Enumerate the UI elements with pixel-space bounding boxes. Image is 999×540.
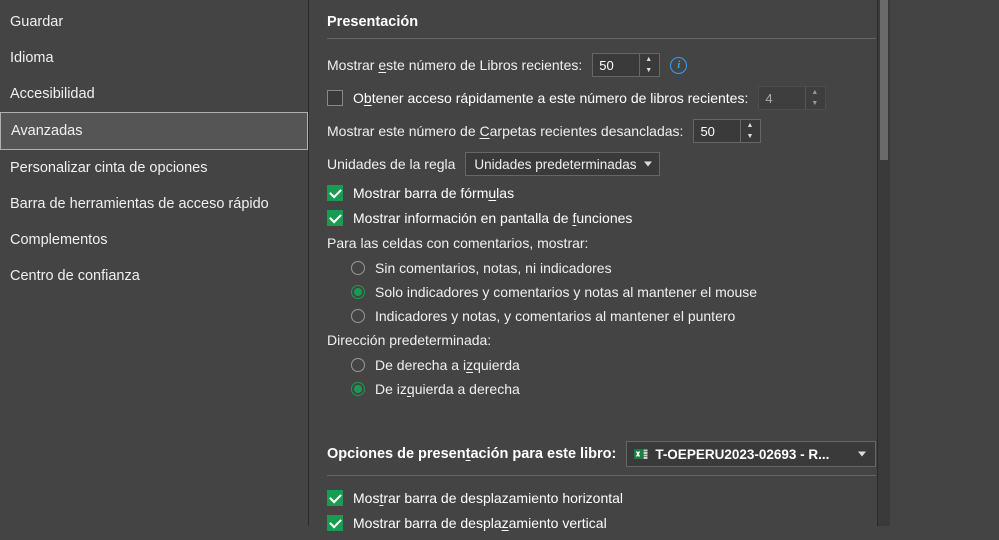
show-formula-bar-label: Mostrar barra de fórmulas	[353, 185, 514, 201]
ruler-units-label: Unidades de la regla	[327, 156, 455, 172]
checkbox-box-icon	[327, 185, 343, 201]
vertical-scrollbar[interactable]	[877, 0, 890, 526]
radio-label: De izquierda a derecha	[375, 381, 520, 397]
hscroll-label: Mostrar barra de desplazamiento horizont…	[353, 490, 623, 506]
main-panel: Presentación Mostrar este número de Libr…	[309, 0, 890, 540]
checkbox-box-icon	[327, 490, 343, 506]
direction-radio-ltr[interactable]: De izquierda a derecha	[327, 381, 876, 397]
checkbox-box-icon	[327, 210, 343, 226]
quick-access-input	[759, 87, 805, 109]
info-icon[interactable]: i	[670, 57, 687, 74]
section-title-workbook: Opciones de presentación para este libro…	[327, 427, 876, 476]
workbook-select-value: T-OEPERU2023-02693 - R...	[655, 447, 829, 462]
sidebar-item-barra-acceso-rapido[interactable]: Barra de herramientas de acceso rápido	[0, 186, 308, 222]
show-func-tooltips-label: Mostrar información en pantalla de funci…	[353, 210, 632, 226]
radio-circle-icon	[351, 382, 365, 396]
radio-label: Sin comentarios, notas, ni indicadores	[375, 260, 612, 276]
checkbox-box-icon	[327, 90, 343, 106]
direction-header: Dirección predeterminada:	[327, 332, 491, 348]
radio-label: Indicadores y notas, y comentarios al ma…	[375, 308, 735, 324]
show-func-tooltips-checkbox[interactable]: Mostrar información en pantalla de funci…	[327, 210, 876, 226]
sidebar-item-idioma[interactable]: Idioma	[0, 40, 308, 76]
scrollbar-thumb[interactable]	[880, 0, 888, 160]
radio-label: Solo indicadores y comentarios y notas a…	[375, 284, 757, 300]
quick-access-label: Obtener acceso rápidamente a este número…	[353, 90, 748, 106]
sidebar: Guardar Idioma Accesibilidad Avanzadas P…	[0, 0, 309, 526]
spin-up-icon[interactable]: ▲	[640, 54, 657, 65]
recent-books-label: Mostrar este número de Libros recientes:	[327, 57, 582, 73]
spin-up-icon: ▲	[806, 87, 823, 98]
comments-radio-none[interactable]: Sin comentarios, notas, ni indicadores	[327, 260, 876, 276]
recent-books-spin[interactable]: ▲ ▼	[592, 53, 660, 77]
spin-down-icon[interactable]: ▼	[640, 65, 657, 76]
comments-radio-indicators-notes[interactable]: Indicadores y notas, y comentarios al ma…	[327, 308, 876, 324]
direction-radio-rtl[interactable]: De derecha a izquierda	[327, 357, 876, 373]
workbook-select[interactable]: T-OEPERU2023-02693 - R...	[626, 441, 876, 467]
quick-access-checkbox[interactable]: Obtener acceso rápidamente a este número…	[327, 86, 876, 110]
radio-circle-icon	[351, 285, 365, 299]
radio-circle-icon	[351, 261, 365, 275]
radio-circle-icon	[351, 358, 365, 372]
ruler-units-dropdown[interactable]: Unidades predeterminadas	[465, 152, 659, 176]
spin-down-icon: ▼	[806, 98, 823, 109]
vscroll-label: Mostrar barra de desplazamiento vertical	[353, 515, 607, 531]
sidebar-item-centro-confianza[interactable]: Centro de confianza	[0, 258, 308, 294]
comments-radio-indicators[interactable]: Solo indicadores y comentarios y notas a…	[327, 284, 876, 300]
radio-label: De derecha a izquierda	[375, 357, 520, 373]
sidebar-item-avanzadas[interactable]: Avanzadas	[0, 112, 308, 150]
hscroll-checkbox[interactable]: Mostrar barra de desplazamiento horizont…	[327, 490, 876, 506]
recent-folders-input[interactable]	[694, 120, 740, 142]
spin-up-icon[interactable]: ▲	[741, 120, 758, 131]
vscroll-checkbox[interactable]: Mostrar barra de desplazamiento vertical	[327, 515, 876, 531]
sidebar-item-guardar[interactable]: Guardar	[0, 4, 308, 40]
comments-header: Para las celdas con comentarios, mostrar…	[327, 235, 588, 251]
excel-file-icon	[633, 446, 649, 462]
checkbox-box-icon	[327, 515, 343, 531]
recent-folders-spin[interactable]: ▲ ▼	[693, 119, 761, 143]
section-title-presentacion: Presentación	[327, 0, 876, 39]
recent-books-input[interactable]	[593, 54, 639, 76]
sidebar-item-complementos[interactable]: Complementos	[0, 222, 308, 258]
quick-access-spin: ▲ ▼	[758, 86, 826, 110]
show-formula-bar-checkbox[interactable]: Mostrar barra de fórmulas	[327, 185, 876, 201]
radio-circle-icon	[351, 309, 365, 323]
sidebar-item-accesibilidad[interactable]: Accesibilidad	[0, 76, 308, 112]
sidebar-item-personalizar-cinta[interactable]: Personalizar cinta de opciones	[0, 150, 308, 186]
recent-folders-label: Mostrar este número de Carpetas reciente…	[327, 123, 683, 139]
spin-down-icon[interactable]: ▼	[741, 131, 758, 142]
